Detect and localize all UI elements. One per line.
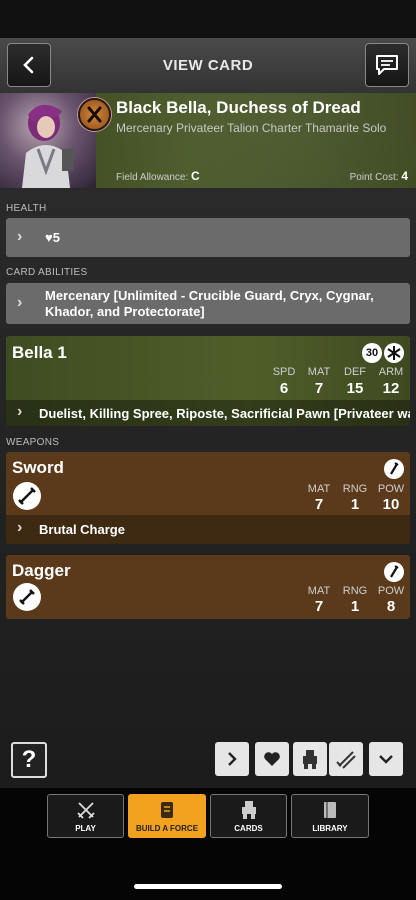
chat-button[interactable] [365,43,409,87]
next-button[interactable] [215,742,249,776]
abilities-text: Mercenary [Unlimited - Crucible Guard, C… [45,288,374,319]
stat-value: 10 [382,496,400,513]
health-section-label: HEALTH [6,203,47,214]
nav-library[interactable]: LIBRARY [291,794,369,838]
stat-value: 7 [314,380,324,397]
stat-label: POW [377,483,405,495]
stat-label: POW [377,585,405,597]
stat-label: DEF [344,366,366,378]
weapons-section-label: WEAPONS [6,437,60,448]
model-rules-row[interactable]: › Duelist, Killing Spree, Riposte, Sacri… [6,400,410,426]
chat-icon [376,55,398,75]
base-size-badge: 30 [362,343,382,363]
model-stat-block: Bella 1 30 SPD 6 MAT 7 DEF 15 ARM 12 › D… [6,336,410,426]
abilities-section-label: CARD ABILITIES [6,267,88,278]
faction-icon [78,98,111,131]
health-row[interactable]: › ♥5 [6,218,410,257]
nav-play[interactable]: PLAY [47,794,124,838]
field-allowance-value: C [191,169,200,183]
point-cost: Point Cost: 4 [350,169,408,183]
stat-label: RNG [342,483,368,495]
chevron-right-icon: › [17,228,23,245]
nav-cards[interactable]: CARDS [210,794,287,838]
chevron-right-icon [228,752,237,766]
dagger-icon [13,583,41,611]
weapon-rule-row[interactable]: › Brutal Charge [6,515,410,544]
page-title: VIEW CARD [162,57,254,74]
warrior-icon [384,343,404,363]
chevron-right-icon: › [17,519,23,536]
crossed-swords-icon [336,751,356,769]
sword-icon [13,482,41,510]
point-cost-value: 4 [401,169,408,183]
stat-label: SPD [272,366,296,378]
scroll-icon [161,802,173,818]
weapon-name: Sword [12,458,64,477]
stat-value: 1 [350,496,360,513]
nav-label: BUILD A FORCE [135,824,199,833]
field-allowance-label: Field Allowance: [116,172,189,183]
help-button[interactable]: ? [11,742,47,778]
stat-label: ARM [378,366,404,378]
weapon-name: Dagger [12,561,71,580]
card-name: Black Bella, Duchess of Dread [116,98,361,117]
model-rules-text: Duelist, Killing Spree, Riposte, Sacrifi… [39,406,410,421]
nav-label: LIBRARY [312,824,348,833]
weapon-rule-text: Brutal Charge [39,522,125,537]
robot-icon [241,801,256,819]
chevron-right-icon: › [17,403,23,420]
nav-build-a-force[interactable]: BUILD A FORCE [128,794,206,838]
melee-icon [384,459,404,479]
card-subtitle: Mercenary Privateer Talion Charter Thama… [116,121,387,135]
stat-label: MAT [307,483,331,495]
stat-value: 15 [346,380,364,397]
stat-value: 8 [386,598,396,615]
home-indicator [134,884,282,889]
point-cost-label: Point Cost: [349,172,399,183]
weapons-button[interactable] [329,742,363,776]
stat-value: 7 [314,496,324,513]
melee-icon [384,562,404,582]
stat-value: 12 [382,380,400,397]
stat-label: RNG [342,585,368,597]
nav-label: CARDS [234,824,263,833]
stat-value: 1 [350,598,360,615]
robot-icon [303,750,317,769]
health-number: 5 [52,230,60,245]
model-name: Bella 1 [12,343,67,362]
stat-label: MAT [307,585,331,597]
expand-button[interactable] [369,742,403,776]
stat-value: 7 [314,598,324,615]
health-value: ♥5 [45,230,60,245]
weapon-dagger: Dagger MAT 7 RNG 1 POW 8 [6,555,410,619]
status-bar [0,0,416,38]
book-icon [324,802,336,818]
weapon-sword: Sword MAT 7 RNG 1 POW 10 › Brutal Charge [6,452,410,544]
crossed-swords-icon [76,802,95,819]
chevron-down-icon [379,755,393,764]
stat-value: 6 [279,380,289,397]
model-button[interactable] [293,742,327,776]
heart-icon [264,752,280,766]
field-allowance: Field Allowance: C [116,169,200,183]
stat-label: MAT [307,366,331,378]
heart-icon: ♥ [45,230,53,245]
favorite-button[interactable] [255,742,289,776]
top-bar: VIEW CARD [0,38,416,93]
chevron-right-icon: › [17,294,23,311]
nav-label: PLAY [75,824,96,833]
abilities-row[interactable]: › Mercenary [Unlimited - Crucible Guard,… [6,283,410,324]
